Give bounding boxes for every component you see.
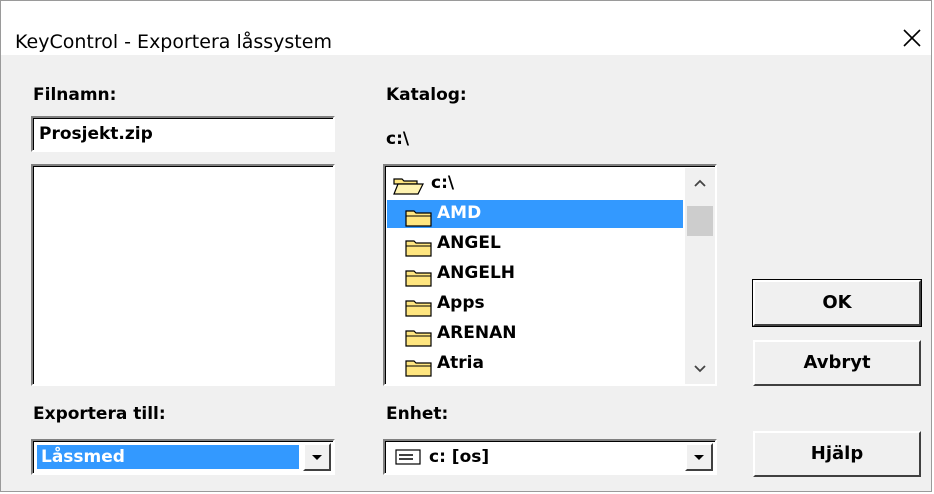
export-to-dropdown[interactable]: Låssmed [31,439,335,475]
export-dialog: KeyControl - Exportera låssystem Filnamn… [0,0,932,492]
tree-root-label: c:\ [431,173,455,193]
folder-icon [405,330,432,347]
open-folder-icon [393,178,424,195]
scroll-down-icon[interactable] [693,364,707,374]
ok-button[interactable]: OK [752,279,922,327]
window-title: KeyControl - Exportera låssystem [15,31,332,53]
tree-root-row[interactable]: c:\ [387,170,683,198]
folder-icon [405,210,432,227]
directory-label: Katalog: [386,85,467,105]
folder-icon [405,240,432,257]
export-selected-highlight: Låssmed [36,444,300,470]
filename-field[interactable]: Prosjekt.zip [31,116,335,152]
help-button-label: Hjälp [810,443,864,464]
folder-name: ANGEL [437,233,501,253]
folder-name: ARENAN [437,323,517,343]
export-to-value: Låssmed [41,447,125,467]
filename-value: Prosjekt.zip [39,124,153,144]
drive-value: c: [os] [429,447,490,467]
current-path: c:\ [386,129,410,149]
help-button[interactable]: Hjälp [753,431,921,477]
title-bar: KeyControl - Exportera låssystem [1,1,931,55]
ok-button-label: OK [822,292,852,313]
folder-row[interactable]: ARENAN [387,320,683,348]
folder-name: Apps [437,293,485,313]
drive-dropdown-button[interactable] [685,443,713,471]
folder-icon [405,360,432,377]
cancel-button-label: Avbryt [803,352,871,373]
folder-name: AMD [437,203,482,223]
directory-tree[interactable]: c:\ AMD ANGEL ANGELH Apps ARENAN Atria [383,164,717,386]
folder-row[interactable]: ANGELH [387,260,683,288]
export-to-label: Exportera till: [33,404,166,424]
folder-row[interactable]: Apps [387,290,683,318]
file-list[interactable] [31,164,335,386]
tree-scrollbar[interactable] [685,168,715,384]
folder-row[interactable]: AMD [387,200,683,228]
scroll-up-icon[interactable] [693,178,707,188]
folder-row[interactable]: Atria [387,350,683,378]
folder-icon [405,300,432,317]
cancel-button[interactable]: Avbryt [753,340,921,386]
folder-name: ANGELH [437,263,516,283]
folder-icon [405,270,432,287]
chevron-down-icon [312,455,322,460]
filename-label: Filnamn: [33,85,117,105]
folder-name: Atria [437,353,484,373]
export-dropdown-button[interactable] [303,443,331,471]
scroll-thumb[interactable] [687,206,713,236]
chevron-down-icon [694,455,704,460]
folder-row[interactable]: ANGEL [387,230,683,258]
drive-dropdown[interactable]: c: [os] [383,439,717,475]
close-icon[interactable] [897,23,927,53]
drive-icon [395,449,421,465]
drive-label: Enhet: [386,404,449,424]
